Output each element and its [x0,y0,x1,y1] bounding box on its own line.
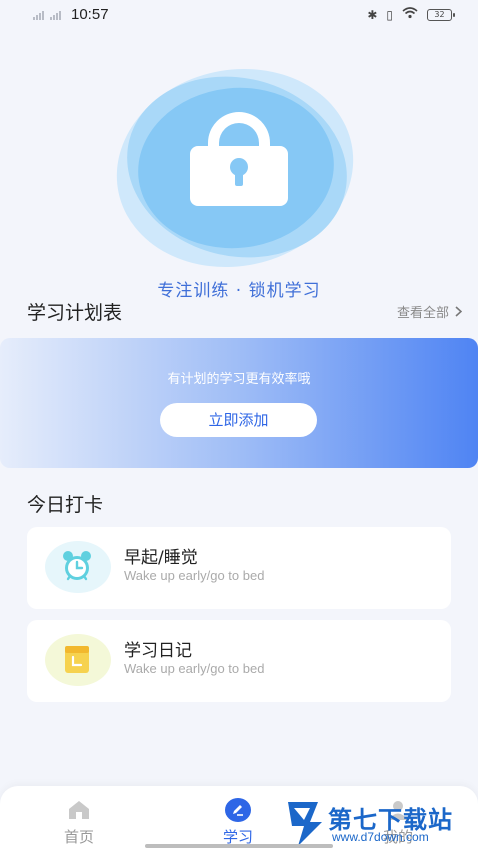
banner-text: 有计划的学习更有效率哦 [167,372,311,387]
signal-icon [33,10,44,20]
home-indicator [145,844,333,848]
plan-section-title: 学习计划表 [27,302,123,324]
view-all-link[interactable]: 查看全部 [397,302,462,321]
lock-icon [190,112,288,206]
nav-study[interactable]: 学习 [198,798,278,847]
bluetooth-icon: ✱ [367,7,378,22]
signal-icon-2 [50,10,61,20]
lock-hero[interactable] [98,47,372,289]
add-plan-button[interactable]: 立即添加 [160,403,317,437]
home-icon [66,798,92,822]
nav-label: 首页 [63,828,94,846]
vibrate-icon: ▯ [386,7,393,22]
card-title: 学习日记 [124,641,192,661]
chevron-right-icon [455,306,462,317]
card-title: 早起/睡觉 [124,548,198,568]
checkin-section-title: 今日打卡 [27,494,104,516]
notebook-icon [45,634,111,686]
card-subtitle: Wake up early/go to bed [124,661,265,676]
status-time: 10:57 [71,6,109,23]
battery-icon: 32 [427,8,455,21]
plan-banner: 有计划的学习更有效率哦 立即添加 [0,338,478,468]
wifi-icon [402,7,418,22]
status-bar: 10:57 ✱ ▯ 32 [0,0,478,30]
alarm-clock-icon [45,541,111,593]
watermark-url: www.d7down.com [332,830,429,844]
watermark-logo: 第七下载站 www.d7down.com [282,796,478,850]
pencil-icon [225,798,251,822]
view-all-label: 查看全部 [396,306,449,321]
card-subtitle: Wake up early/go to bed [124,568,265,583]
checkin-card-diary[interactable]: 学习日记 Wake up early/go to bed [27,620,451,702]
nav-home[interactable]: 首页 [39,798,119,847]
checkin-card-wake[interactable]: 早起/睡觉 Wake up early/go to bed [27,527,451,609]
